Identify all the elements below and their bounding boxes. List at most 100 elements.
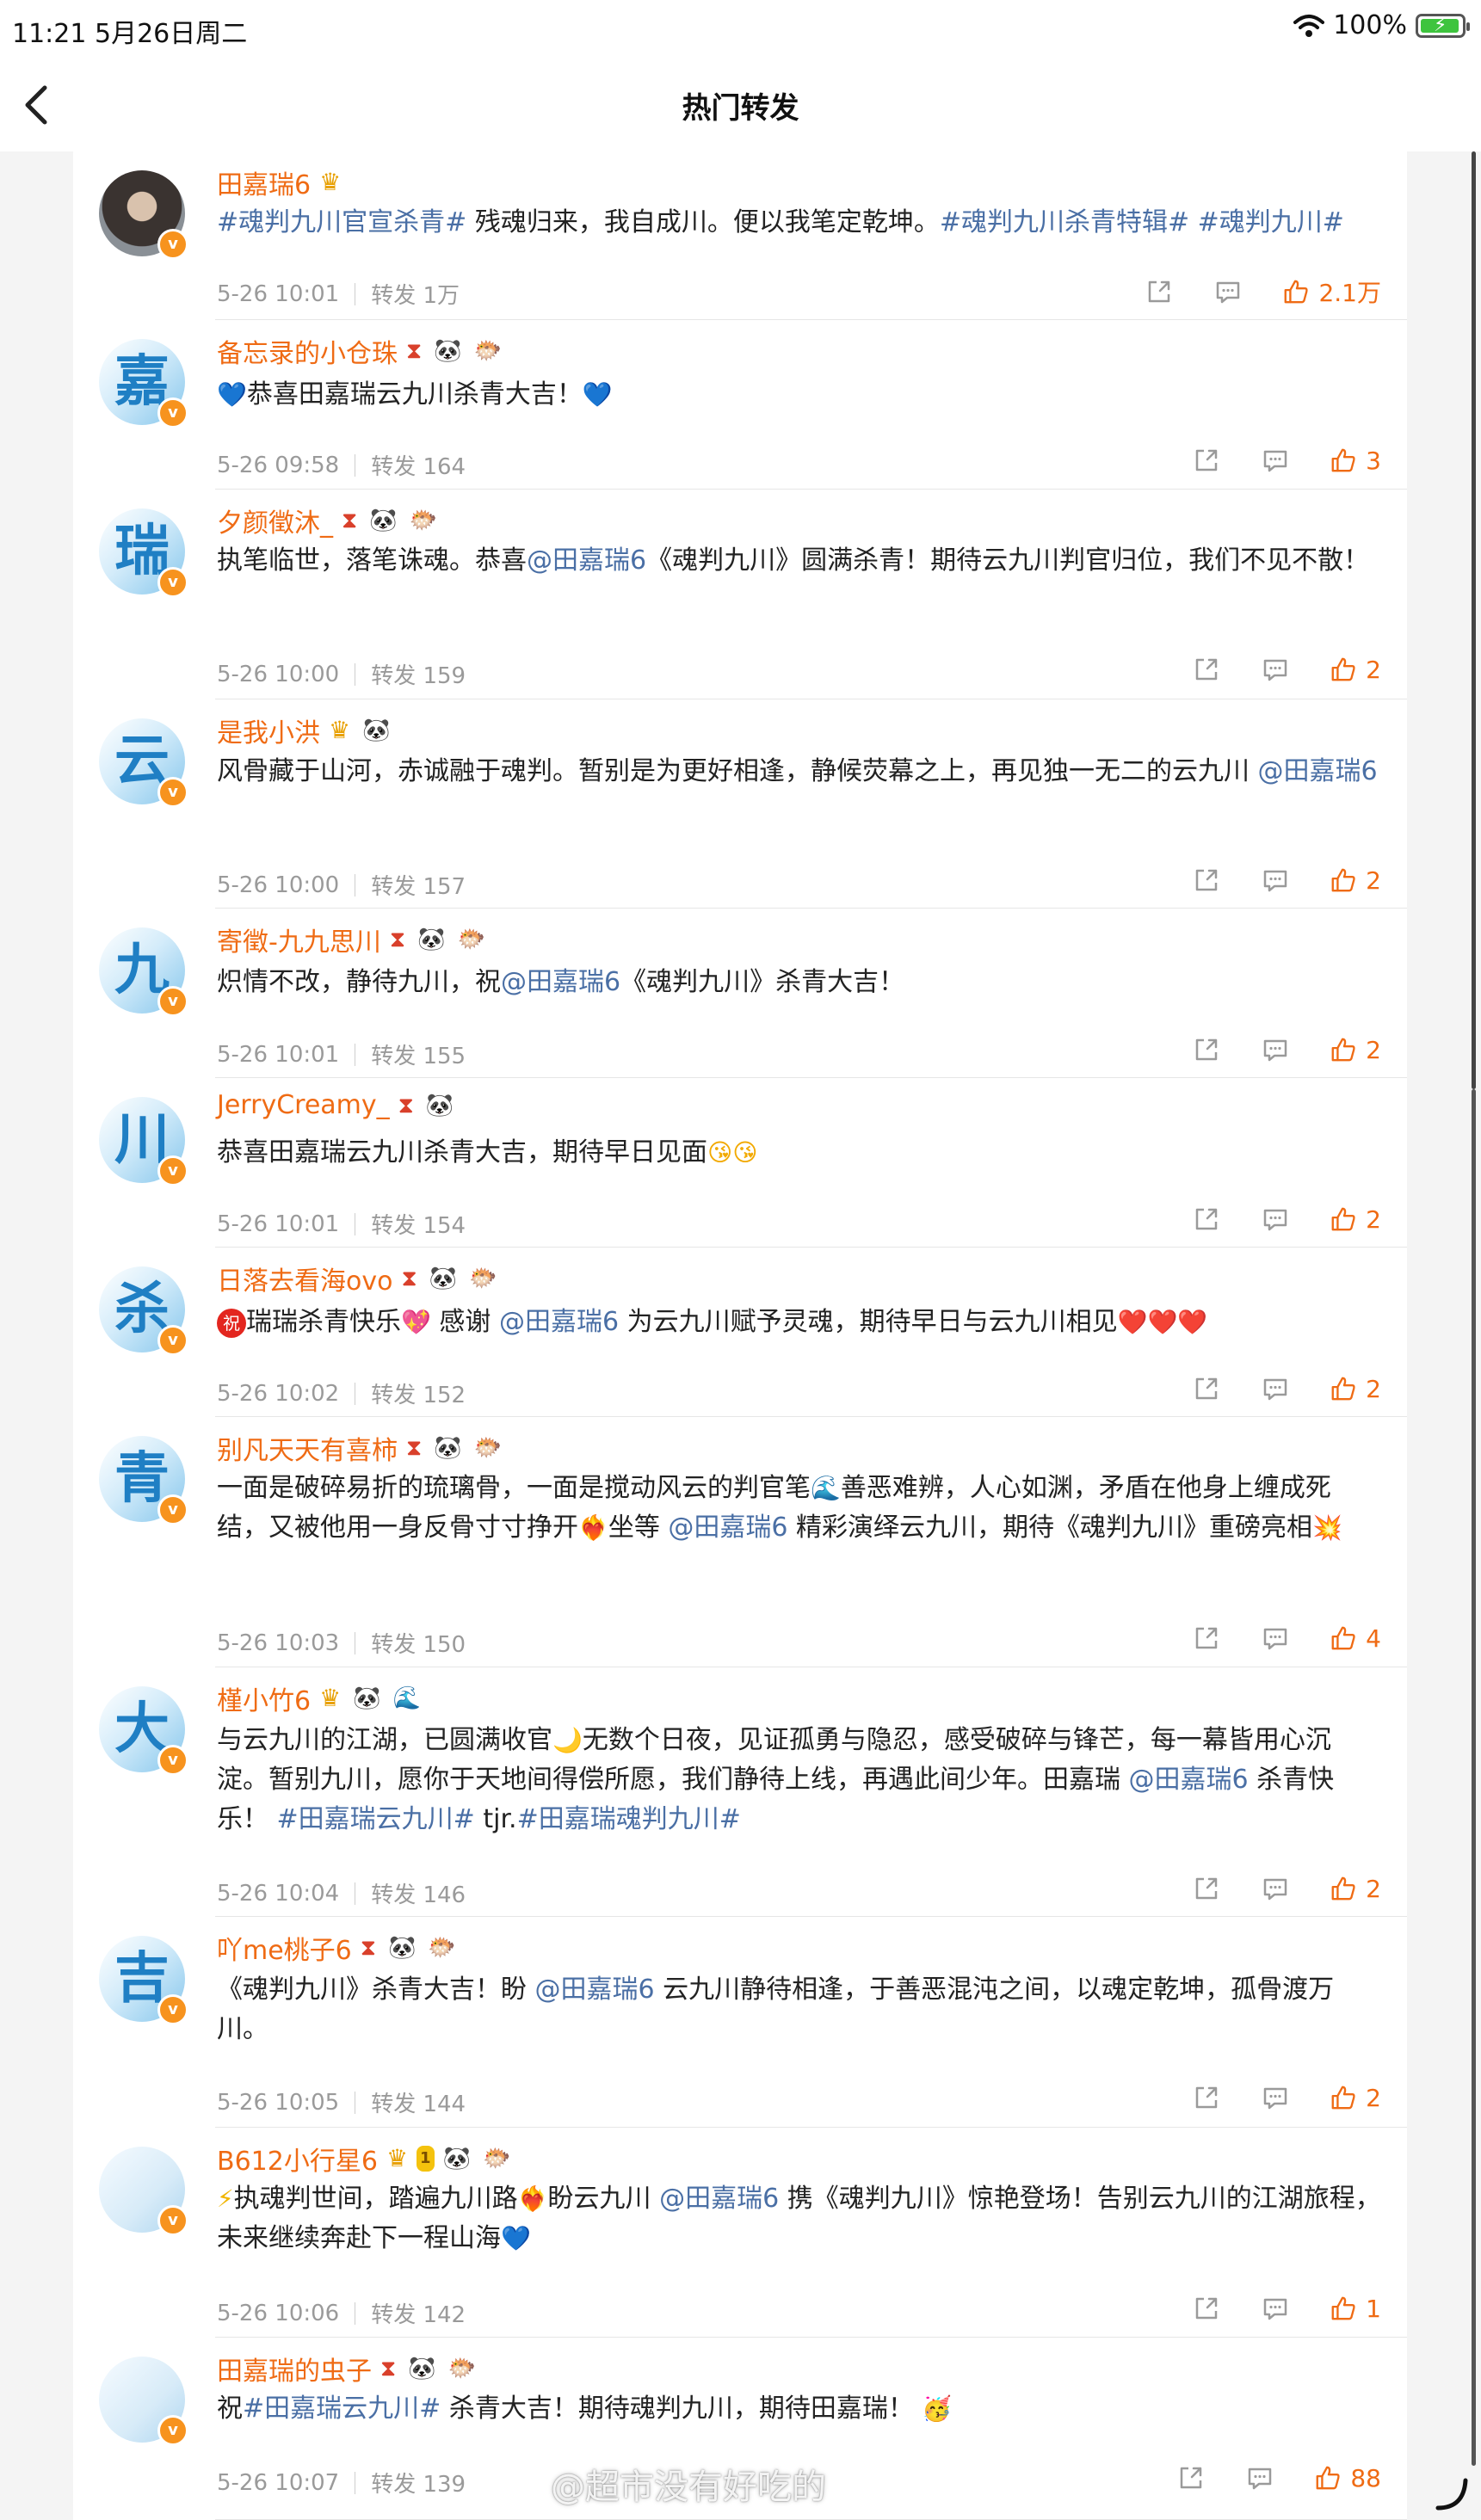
comment-icon[interactable] [1261, 1874, 1290, 1903]
like-button[interactable]: 2 [1330, 2084, 1381, 2112]
comment-icon[interactable] [1261, 446, 1290, 475]
username[interactable]: JerryCreamy_ [217, 1090, 390, 1120]
username[interactable]: 寄徵-九九思川 [217, 921, 381, 958]
username[interactable]: 夕颜徵沐_ [217, 502, 333, 539]
share-icon[interactable] [1192, 655, 1221, 684]
repost-list[interactable]: v 田嘉瑞6 ♛ #魂判九川官宣杀青# 残魂归来，我自成川。便以我笔定乾坤。#魂判九川… [73, 151, 1407, 2520]
avatar[interactable]: 川v [99, 1097, 188, 1186]
mention-link[interactable]: @田嘉瑞6 [1258, 756, 1378, 786]
verified-badge-icon: v [157, 1994, 188, 2025]
post-actions: 2 [1192, 1035, 1381, 1064]
avatar[interactable]: 青v [99, 1436, 188, 1525]
username[interactable]: 日落去看海ovo [217, 1260, 392, 1297]
scrollbar-thumb-lower[interactable] [1472, 1089, 1476, 2466]
verified-badge-icon: v [157, 1494, 188, 1525]
mention-link[interactable]: @田嘉瑞6 [1129, 1765, 1249, 1795]
share-icon[interactable] [1192, 446, 1221, 475]
like-button[interactable]: 2.1万 [1282, 274, 1381, 309]
avatar[interactable]: 瑞v [99, 508, 188, 598]
post-content: 炽情不改，静待九川，祝@田嘉瑞6《魂判九川》杀青大吉！ [217, 963, 1381, 1002]
avatar[interactable]: 杀v [99, 1266, 188, 1356]
avatar[interactable]: 九v [99, 927, 188, 1017]
comment-icon[interactable] [1213, 277, 1243, 306]
username[interactable]: B612小行星6 [217, 2140, 378, 2178]
hashtag-link[interactable]: #田嘉瑞云九川# [277, 1804, 475, 1834]
share-icon[interactable] [1176, 2463, 1206, 2492]
post-time: 5-26 10:03 [217, 1630, 340, 1656]
avatar[interactable]: 大v [99, 1686, 188, 1776]
share-icon[interactable] [1192, 1205, 1221, 1234]
hashtag-link[interactable]: #田嘉瑞魂判九川# [517, 1804, 741, 1834]
verified-badge-icon: v [157, 777, 188, 808]
like-button[interactable]: 2 [1330, 1875, 1381, 1903]
mention-link[interactable]: @田嘉瑞6 [527, 545, 646, 576]
username[interactable]: 田嘉瑞6 [217, 163, 311, 201]
share-icon[interactable] [1192, 1374, 1221, 1403]
avatar[interactable]: v [99, 2357, 188, 2446]
username[interactable]: 田嘉瑞的虫子 [217, 2350, 372, 2388]
like-button[interactable]: 2 [1330, 1375, 1381, 1403]
avatar[interactable]: v [99, 170, 188, 260]
share-icon[interactable] [1192, 2294, 1221, 2323]
like-button[interactable]: 1 [1330, 2295, 1381, 2323]
comment-icon[interactable] [1261, 2083, 1290, 2112]
like-count: 2 [1366, 1205, 1381, 1234]
username[interactable]: 别凡天天有喜柿 [217, 1429, 398, 1467]
like-button[interactable]: 2 [1330, 656, 1381, 684]
comment-icon[interactable] [1245, 2463, 1274, 2492]
hourglass-badge-icon: ⧗ [406, 1435, 423, 1461]
avatar[interactable]: v [99, 2147, 188, 2236]
hourglass-badge-icon: ⧗ [360, 1935, 377, 1961]
like-button[interactable]: 4 [1330, 1624, 1381, 1653]
avatar[interactable]: 嘉v [99, 339, 188, 428]
fish-badge-icon: 🐡 [447, 2356, 477, 2381]
corner-handle-icon [1435, 2478, 1468, 2511]
share-icon[interactable] [1192, 1035, 1221, 1064]
thumbs-up-icon [1331, 448, 1355, 472]
share-icon[interactable] [1192, 866, 1221, 895]
comment-icon[interactable] [1261, 1624, 1290, 1653]
repost-count: 转发 155 [371, 1044, 466, 1069]
hashtag-link[interactable]: #魂判九川# [1198, 207, 1344, 237]
comment-icon[interactable] [1261, 1374, 1290, 1403]
comment-icon[interactable] [1261, 2294, 1290, 2323]
username[interactable]: 是我小洪 [217, 712, 320, 749]
share-icon[interactable] [1145, 277, 1174, 306]
post-content: 与云九川的江湖，已圆满收官🌙无数个日夜，见证孤勇与隐忍，感受破碎与锋芒，每一幕皆… [217, 1721, 1381, 1839]
username[interactable]: 吖me桃子6 [217, 1929, 352, 1967]
post-content: 祝#田嘉瑞云九川# 杀青大吉！期待魂判九川，期待田嘉瑞！ 🥳 [217, 2389, 1381, 2429]
comment-icon[interactable] [1261, 1035, 1290, 1064]
mention-link[interactable]: @田嘉瑞6 [535, 1975, 655, 2005]
avatar[interactable]: 云v [99, 718, 188, 808]
avatar[interactable]: 吉v [99, 1936, 188, 2025]
share-icon[interactable] [1192, 1624, 1221, 1653]
hashtag-link[interactable]: #魂判九川官宣杀青# [217, 207, 466, 237]
panda-badge-icon: 🐼 [425, 1092, 454, 1118]
hashtag-link[interactable]: #魂判九川杀青特辑# [940, 207, 1189, 237]
battery-icon: ⚡ [1416, 13, 1470, 38]
mention-link[interactable]: @田嘉瑞6 [659, 2184, 779, 2214]
share-icon[interactable] [1192, 2083, 1221, 2112]
like-button[interactable]: 2 [1330, 1205, 1381, 1234]
like-button[interactable]: 3 [1330, 447, 1381, 475]
username[interactable]: 槿小竹6 [217, 1679, 311, 1717]
comment-icon[interactable] [1261, 1205, 1290, 1234]
repost-count: 转发 142 [371, 2302, 466, 2328]
mention-link[interactable]: @田嘉瑞6 [501, 967, 620, 997]
name-row: 备忘录的小仓珠 ⧗ 🐼 🐡 [217, 332, 505, 370]
scrollbar[interactable] [1466, 151, 1481, 2520]
hourglass-badge-icon: ⧗ [389, 927, 406, 952]
like-button[interactable]: 2 [1330, 1036, 1381, 1064]
content-text: 恭喜田嘉瑞云九川杀青大吉！ [246, 379, 583, 410]
mention-link[interactable]: @田嘉瑞6 [499, 1307, 619, 1337]
mention-link[interactable]: @田嘉瑞6 [668, 1513, 787, 1543]
username[interactable]: 备忘录的小仓珠 [217, 332, 398, 370]
comment-icon[interactable] [1261, 655, 1290, 684]
scrollbar-thumb[interactable] [1472, 151, 1476, 1089]
hashtag-link[interactable]: #田嘉瑞云九川# [243, 2394, 441, 2424]
like-button[interactable]: 2 [1330, 866, 1381, 895]
like-button[interactable]: 88 [1314, 2464, 1381, 2492]
comment-icon[interactable] [1261, 866, 1290, 895]
share-icon[interactable] [1192, 1874, 1221, 1903]
post-content: 恭喜田嘉瑞云九川杀青大吉，期待早日见面😘😘 [217, 1133, 1381, 1173]
